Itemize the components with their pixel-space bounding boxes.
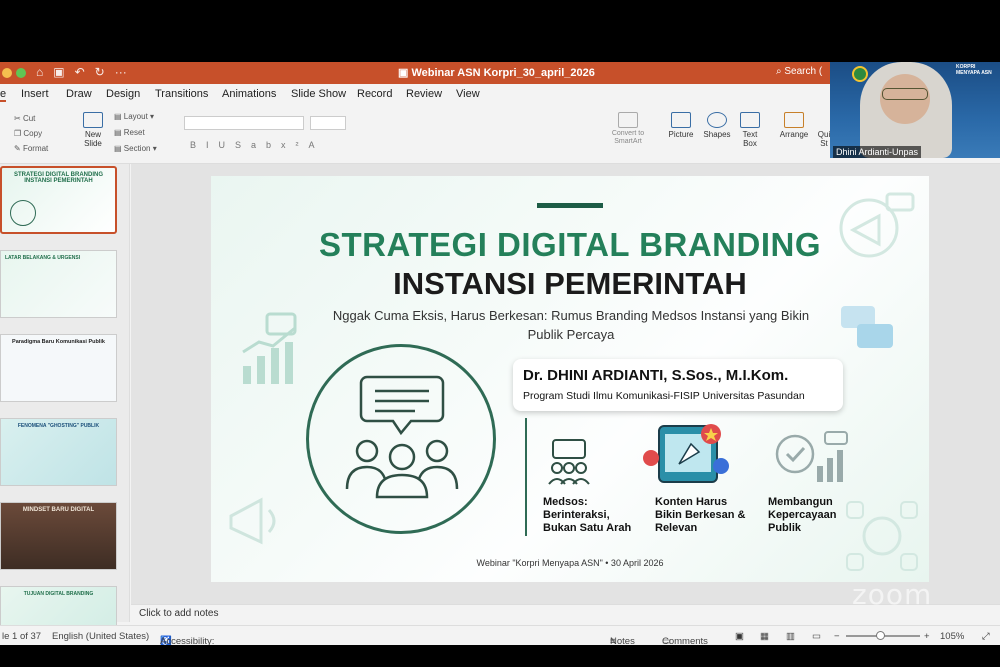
slideshow-icon[interactable]: ▭ bbox=[812, 631, 821, 642]
slide-thumbnails-panel: STRATEGI DIGITAL BRANDING INSTANSI PEMER… bbox=[0, 164, 130, 645]
slide-sorter-icon[interactable]: ▦ bbox=[760, 631, 769, 642]
point-kepercayaan: Membangun Kepercayaan Publik bbox=[768, 496, 837, 534]
people-chat-icon bbox=[345, 375, 459, 499]
reading-view-icon[interactable]: ▥ bbox=[786, 631, 795, 642]
trust-badge-icon bbox=[775, 431, 848, 482]
shapes-icon bbox=[707, 112, 727, 128]
participant-name: Dhini Ardianti-Unpas bbox=[833, 146, 922, 158]
slide-editor: STRATEGI DIGITAL BRANDING INSTANSI PEMER… bbox=[131, 164, 1000, 604]
text-box-button[interactable]: Text Box bbox=[736, 112, 764, 148]
more-icon[interactable]: ··· bbox=[115, 65, 127, 79]
save-icon[interactable]: ▣ bbox=[53, 65, 64, 79]
tab-design[interactable]: Design bbox=[106, 88, 140, 100]
point-konten: Konten Harus Bikin Berkesan & Relevan bbox=[655, 496, 746, 534]
minimize-button[interactable] bbox=[2, 68, 12, 78]
chart-decor-icon bbox=[242, 312, 297, 384]
slide-thumbnail-5[interactable]: MINDSET BARU DIGITAL bbox=[0, 502, 117, 570]
arrange-icon bbox=[784, 112, 804, 128]
presenter-program: Program Studi Ilmu Komunikasi-FISIP Univ… bbox=[523, 390, 805, 402]
section-button[interactable]: ▤ Section ▾ bbox=[114, 144, 157, 153]
tab-home[interactable]: e bbox=[0, 88, 7, 102]
tab-animations[interactable]: Animations bbox=[222, 88, 276, 100]
korpri-logo-icon bbox=[852, 66, 868, 82]
tab-record[interactable]: Record bbox=[357, 88, 392, 100]
zoom-watermark: zoom bbox=[852, 578, 933, 611]
event-banner: KORPRI MENYAPA ASN bbox=[956, 64, 992, 76]
picture-icon bbox=[671, 112, 691, 128]
quick-access-toolbar: ⌂ ▣ ↶ ↻ ··· bbox=[36, 65, 127, 79]
section-icon: ▤ bbox=[114, 144, 124, 153]
zoom-window-button[interactable] bbox=[16, 68, 26, 78]
megaphone-decor-icon bbox=[839, 192, 915, 258]
format-painter-button[interactable]: ✎ Format bbox=[14, 144, 48, 153]
zoom-out-icon[interactable]: − bbox=[834, 631, 840, 642]
new-slide-icon bbox=[83, 112, 103, 128]
notes-placeholder: Click to add notes bbox=[139, 608, 219, 619]
zoom-level[interactable]: 105% bbox=[940, 631, 964, 642]
presenter-name: Dr. DHINI ARDIANTI, S.Sos., M.I.Kom. bbox=[523, 367, 789, 384]
slide-title-line2: INSTANSI PEMERINTAH bbox=[393, 266, 747, 301]
megaphone-outline-icon bbox=[229, 497, 276, 545]
current-slide[interactable]: STRATEGI DIGITAL BRANDING INSTANSI PEMER… bbox=[211, 176, 929, 582]
tab-view[interactable]: View bbox=[456, 88, 480, 100]
slide-thumbnail-1[interactable]: STRATEGI DIGITAL BRANDING INSTANSI PEMER… bbox=[0, 166, 117, 234]
layout-button[interactable]: ▤ Layout ▾ bbox=[114, 112, 154, 121]
slide-counter: le 1 of 37 bbox=[2, 631, 42, 642]
font-size-box[interactable] bbox=[310, 116, 346, 130]
community-circle bbox=[306, 344, 496, 534]
picture-button[interactable]: Picture bbox=[664, 112, 698, 139]
slide-thumbnail-3[interactable]: Paradigma Baru Komunikasi Publik bbox=[0, 334, 117, 402]
reset-icon: ▤ bbox=[114, 128, 124, 137]
home-icon[interactable]: ⌂ bbox=[36, 65, 43, 79]
smartart-icon bbox=[618, 112, 638, 128]
slide-title-line1: STRATEGI DIGITAL BRANDING bbox=[319, 226, 821, 263]
convert-smartart-button[interactable]: Convert to SmartArt bbox=[606, 112, 650, 146]
search-box[interactable]: ⌕ Search ( bbox=[776, 66, 822, 77]
copy-button[interactable]: ❐ Copy bbox=[14, 129, 42, 138]
ppt-file-icon: ▣ bbox=[398, 67, 412, 79]
copy-icon: ❐ bbox=[14, 129, 24, 138]
tab-slide-show[interactable]: Slide Show bbox=[291, 88, 346, 100]
cut-button[interactable]: ✂ Cut bbox=[14, 114, 35, 123]
window-controls bbox=[2, 68, 26, 78]
slide-thumbnail-4[interactable]: FENOMENA "GHOSTING" PUBLIK bbox=[0, 418, 117, 486]
discussion-icon bbox=[548, 439, 590, 485]
status-bar: le 1 of 37 English (United States) ♿ Acc… bbox=[0, 625, 1000, 645]
chat-decor-icon bbox=[841, 306, 893, 348]
tab-insert[interactable]: Insert bbox=[21, 88, 49, 100]
normal-view-icon[interactable]: ▣ bbox=[735, 631, 744, 642]
tab-transitions[interactable]: Transitions bbox=[155, 88, 208, 100]
zoom-slider-handle[interactable] bbox=[876, 631, 885, 640]
slide-thumbnail-2[interactable]: LATAR BELAKANG & URGENSI bbox=[0, 250, 117, 318]
divider-line bbox=[525, 418, 527, 536]
zoom-in-icon[interactable]: + bbox=[924, 631, 930, 642]
tab-draw[interactable]: Draw bbox=[66, 88, 92, 100]
slide-subtitle: Nggak Cuma Eksis, Harus Berkesan: Rumus … bbox=[332, 308, 810, 342]
font-name-box[interactable] bbox=[184, 116, 304, 130]
presenter-card: Dr. DHINI ARDIANTI, S.Sos., M.I.Kom. Pro… bbox=[513, 359, 843, 411]
tab-review[interactable]: Review bbox=[406, 88, 442, 100]
glasses bbox=[882, 88, 928, 100]
layout-icon: ▤ bbox=[114, 112, 124, 121]
text-box-icon bbox=[740, 112, 760, 128]
document-title: ▣ Webinar ASN Korpri_30_april_2026 bbox=[398, 67, 595, 79]
slide-footer: Webinar "Korpri Menyapa ASN" • 30 April … bbox=[476, 558, 664, 568]
scissors-icon: ✂ bbox=[14, 114, 23, 123]
shapes-button[interactable]: Shapes bbox=[700, 112, 734, 139]
undo-icon[interactable]: ↶ bbox=[75, 65, 85, 79]
font-format-controls[interactable]: BIUSabx²A bbox=[190, 140, 325, 150]
language-indicator[interactable]: English (United States) bbox=[52, 631, 149, 642]
point-medsos: Medsos: Berinteraksi, Bukan Satu Arah bbox=[543, 496, 632, 534]
thumb-circle-icon bbox=[10, 200, 36, 226]
title-accent-bar bbox=[537, 203, 603, 208]
new-slide-button[interactable]: New Slide bbox=[76, 112, 110, 148]
fit-window-icon[interactable]: ⤢ bbox=[982, 631, 990, 642]
brush-icon: ✎ bbox=[14, 144, 23, 153]
redo-icon[interactable]: ↻ bbox=[95, 65, 105, 79]
reset-button[interactable]: ▤ Reset bbox=[114, 128, 145, 137]
participant-video[interactable]: KORPRI MENYAPA ASN Dhini Ardianti-Unpas bbox=[830, 62, 1000, 158]
content-rocket-icon bbox=[643, 424, 729, 483]
arrange-button[interactable]: Arrange bbox=[776, 112, 812, 139]
